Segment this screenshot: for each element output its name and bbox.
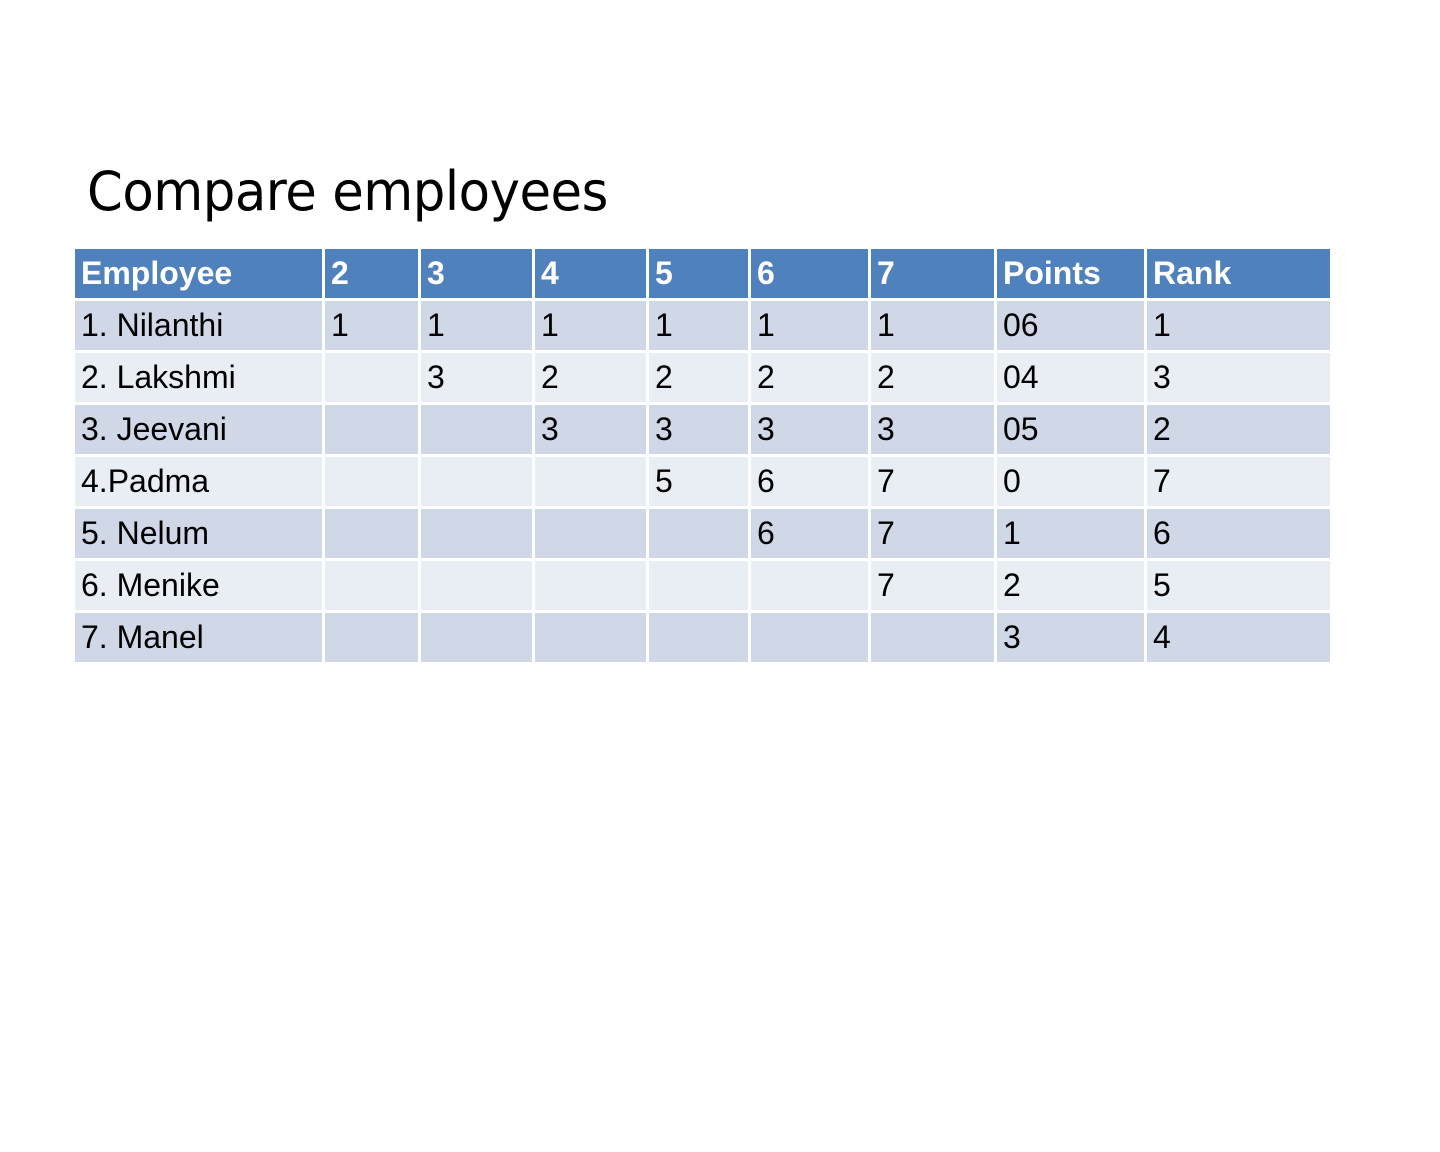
col-2-cell xyxy=(322,558,421,613)
rank-cell: 5 xyxy=(1144,558,1333,613)
col-3-cell xyxy=(418,506,535,561)
points-cell: 0 xyxy=(994,454,1147,509)
col-2-cell xyxy=(322,610,421,665)
page-title: Compare employees xyxy=(87,160,608,223)
col-5-cell xyxy=(646,558,751,613)
header-col-7: 7 xyxy=(868,246,997,301)
points-cell: 05 xyxy=(994,402,1147,457)
col-3-cell: 3 xyxy=(418,350,535,405)
col-4-cell xyxy=(532,558,649,613)
col-3-cell xyxy=(418,558,535,613)
table-row: 5. Nelum 6 7 1 6 xyxy=(72,506,1333,561)
employee-cell: 6. Menike xyxy=(72,558,325,613)
col-7-cell: 7 xyxy=(868,558,997,613)
header-col-3: 3 xyxy=(418,246,535,301)
col-7-cell: 3 xyxy=(868,402,997,457)
table-row: 1. Nilanthi 1 1 1 1 1 1 06 1 xyxy=(72,298,1333,353)
points-cell: 1 xyxy=(994,506,1147,561)
rank-cell: 3 xyxy=(1144,350,1333,405)
col-2-cell xyxy=(322,454,421,509)
rank-cell: 1 xyxy=(1144,298,1333,353)
employee-cell: 3. Jeevani xyxy=(72,402,325,457)
col-4-cell xyxy=(532,610,649,665)
col-4-cell xyxy=(532,454,649,509)
employee-cell: 2. Lakshmi xyxy=(72,350,325,405)
col-3-cell xyxy=(418,454,535,509)
col-6-cell: 6 xyxy=(748,506,871,561)
employee-cell: 1. Nilanthi xyxy=(72,298,325,353)
col-2-cell: 1 xyxy=(322,298,421,353)
points-cell: 3 xyxy=(994,610,1147,665)
col-7-cell: 7 xyxy=(868,506,997,561)
rank-cell: 4 xyxy=(1144,610,1333,665)
rank-cell: 7 xyxy=(1144,454,1333,509)
table-row: 3. Jeevani 3 3 3 3 05 2 xyxy=(72,402,1333,457)
col-3-cell xyxy=(418,402,535,457)
header-employee: Employee xyxy=(72,246,325,301)
col-6-cell xyxy=(748,610,871,665)
col-2-cell xyxy=(322,506,421,561)
header-col-6: 6 xyxy=(748,246,871,301)
points-cell: 04 xyxy=(994,350,1147,405)
col-5-cell: 3 xyxy=(646,402,751,457)
col-4-cell xyxy=(532,506,649,561)
col-5-cell xyxy=(646,610,751,665)
col-3-cell: 1 xyxy=(418,298,535,353)
employee-cell: 7. Manel xyxy=(72,610,325,665)
col-7-cell: 1 xyxy=(868,298,997,353)
col-6-cell: 2 xyxy=(748,350,871,405)
col-3-cell xyxy=(418,610,535,665)
points-cell: 06 xyxy=(994,298,1147,353)
col-6-cell: 6 xyxy=(748,454,871,509)
col-5-cell: 1 xyxy=(646,298,751,353)
col-5-cell xyxy=(646,506,751,561)
col-2-cell xyxy=(322,402,421,457)
col-6-cell: 1 xyxy=(748,298,871,353)
header-rank: Rank xyxy=(1144,246,1333,301)
header-col-4: 4 xyxy=(532,246,649,301)
employee-cell: 4.Padma xyxy=(72,454,325,509)
col-5-cell: 2 xyxy=(646,350,751,405)
col-5-cell: 5 xyxy=(646,454,751,509)
points-cell: 2 xyxy=(994,558,1147,613)
table-row: 6. Menike 7 2 5 xyxy=(72,558,1333,613)
col-4-cell: 2 xyxy=(532,350,649,405)
header-col-2: 2 xyxy=(322,246,421,301)
col-7-cell: 7 xyxy=(868,454,997,509)
table-row: 2. Lakshmi 3 2 2 2 2 04 3 xyxy=(72,350,1333,405)
header-col-5: 5 xyxy=(646,246,751,301)
rank-cell: 2 xyxy=(1144,402,1333,457)
comparison-table: Employee 2 3 4 5 6 7 Points Rank 1. Nila… xyxy=(72,246,1333,665)
col-4-cell: 1 xyxy=(532,298,649,353)
col-6-cell: 3 xyxy=(748,402,871,457)
employee-cell: 5. Nelum xyxy=(72,506,325,561)
table-row: 7. Manel 3 4 xyxy=(72,610,1333,665)
col-2-cell xyxy=(322,350,421,405)
rank-cell: 6 xyxy=(1144,506,1333,561)
col-4-cell: 3 xyxy=(532,402,649,457)
table-header-row: Employee 2 3 4 5 6 7 Points Rank xyxy=(72,246,1333,301)
table-row: 4.Padma 5 6 7 0 7 xyxy=(72,454,1333,509)
col-7-cell xyxy=(868,610,997,665)
col-6-cell xyxy=(748,558,871,613)
header-points: Points xyxy=(994,246,1147,301)
col-7-cell: 2 xyxy=(868,350,997,405)
